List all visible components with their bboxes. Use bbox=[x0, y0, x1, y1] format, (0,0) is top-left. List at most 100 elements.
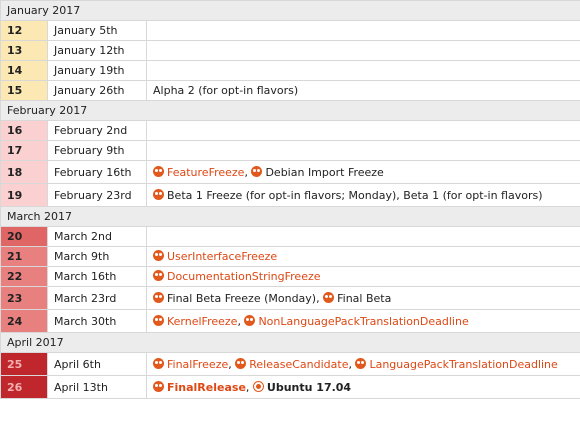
week-events: FinalFreeze, ReleaseCandidate, LanguageP… bbox=[146, 352, 580, 376]
month-header-row: January 2017 bbox=[0, 0, 580, 21]
month-header-row: April 2017 bbox=[0, 332, 580, 353]
week-row: 17 February 9th bbox=[0, 140, 580, 161]
schedule-body: January 2017 12 January 5th 13 January 12th 1… bbox=[0, 0, 580, 399]
week-row: 25 April 6th FinalFreeze, ReleaseCandidate… bbox=[0, 352, 580, 376]
week-events: Alpha 2 (for opt-in flavors) bbox=[146, 80, 580, 101]
week-number: 21 bbox=[0, 246, 48, 267]
week-row: 14 January 19th bbox=[0, 60, 580, 81]
week-date: January 5th bbox=[47, 20, 147, 41]
week-row: 12 January 5th bbox=[0, 20, 580, 41]
freeze-icon bbox=[153, 165, 164, 177]
event-link[interactable]: FeatureFreeze bbox=[167, 166, 244, 179]
event-link[interactable]: UserInterfaceFreeze bbox=[167, 250, 277, 263]
week-date: January 19th bbox=[47, 60, 147, 81]
week-date: March 16th bbox=[47, 266, 147, 287]
week-number: 13 bbox=[0, 40, 48, 61]
week-events: FinalRelease, Ubuntu 17.04 bbox=[146, 375, 580, 399]
freeze-icon bbox=[153, 380, 164, 392]
event-text: Alpha 2 (for opt-in flavors) bbox=[153, 84, 299, 97]
event-separator: , bbox=[228, 357, 236, 371]
week-row: 20 March 2nd bbox=[0, 226, 580, 247]
week-number: 25 bbox=[0, 352, 48, 376]
freeze-icon bbox=[153, 250, 164, 261]
event-separator: , bbox=[244, 165, 252, 179]
week-date: March 30th bbox=[47, 309, 147, 333]
week-row: 26 April 13th FinalRelease, Ubuntu 17.04 bbox=[0, 375, 580, 399]
week-number: 17 bbox=[0, 140, 48, 161]
month-label: January 2017 bbox=[0, 0, 580, 21]
week-number: 23 bbox=[0, 286, 48, 310]
freeze-icon bbox=[235, 357, 247, 369]
month-label: February 2017 bbox=[0, 100, 580, 121]
week-row: 22 March 16th DocumentationStringFreeze bbox=[0, 266, 580, 287]
week-number: 18 bbox=[0, 160, 48, 184]
event-link[interactable]: LanguagePackTranslationDeadline bbox=[369, 358, 557, 371]
week-number: 14 bbox=[0, 60, 48, 81]
event-link[interactable]: ReleaseCandidate bbox=[249, 358, 348, 371]
event-link[interactable]: FinalRelease bbox=[167, 381, 246, 394]
week-events bbox=[146, 140, 580, 161]
freeze-icon bbox=[323, 291, 335, 303]
event-link[interactable]: DocumentationStringFreeze bbox=[167, 270, 321, 283]
freeze-icon bbox=[355, 357, 367, 369]
event-link[interactable]: FinalFreeze bbox=[167, 358, 228, 371]
week-row: 24 March 30th KernelFreeze, NonLanguagePac… bbox=[0, 309, 580, 333]
event-separator: , bbox=[245, 380, 253, 394]
week-events: Final Beta Freeze (Monday), Final Beta bbox=[146, 286, 580, 310]
event-separator: , bbox=[348, 357, 356, 371]
week-events bbox=[146, 20, 580, 41]
event-text: Debian Import Freeze bbox=[265, 165, 384, 179]
event-text: Ubuntu 17.04 bbox=[266, 380, 352, 394]
week-date: April 13th bbox=[47, 375, 147, 399]
week-events bbox=[146, 120, 580, 141]
freeze-icon bbox=[153, 291, 164, 303]
week-date: April 6th bbox=[47, 352, 147, 376]
week-date: February 9th bbox=[47, 140, 147, 161]
week-date: March 2nd bbox=[47, 226, 147, 247]
freeze-icon bbox=[153, 357, 164, 369]
event-separator: , bbox=[316, 291, 324, 305]
release-schedule-table: January 2017 12 January 5th 13 January 12th 1… bbox=[0, 0, 580, 399]
week-events: DocumentationStringFreeze bbox=[146, 266, 580, 287]
event-text: Final Beta bbox=[337, 291, 392, 305]
month-label: March 2017 bbox=[0, 206, 580, 227]
event-link[interactable]: KernelFreeze bbox=[167, 315, 237, 328]
week-number: 22 bbox=[0, 266, 48, 287]
week-number: 15 bbox=[0, 80, 48, 101]
week-date: January 26th bbox=[47, 80, 147, 101]
week-events bbox=[146, 40, 580, 61]
freeze-icon bbox=[153, 188, 164, 200]
week-date: March 23rd bbox=[47, 286, 147, 310]
week-events: FeatureFreeze, Debian Import Freeze bbox=[146, 160, 580, 184]
week-date: February 2nd bbox=[47, 120, 147, 141]
week-date: January 12th bbox=[47, 40, 147, 61]
freeze-icon bbox=[244, 314, 256, 326]
week-number: 26 bbox=[0, 375, 48, 399]
week-date: February 23rd bbox=[47, 183, 147, 207]
event-link[interactable]: NonLanguagePackTranslationDeadline bbox=[258, 315, 468, 328]
week-row: 18 February 16th FeatureFreeze, Debian Imp… bbox=[0, 160, 580, 184]
week-row: 15 January 26th Alpha 2 (for opt-in flavor… bbox=[0, 80, 580, 101]
week-number: 16 bbox=[0, 120, 48, 141]
week-events bbox=[146, 60, 580, 81]
week-date: March 9th bbox=[47, 246, 147, 267]
event-separator: , bbox=[237, 314, 245, 328]
week-events bbox=[146, 226, 580, 247]
week-row: 16 February 2nd bbox=[0, 120, 580, 141]
freeze-icon bbox=[153, 314, 164, 326]
event-text: Final Beta Freeze (Monday) bbox=[167, 291, 317, 305]
freeze-icon bbox=[251, 165, 263, 177]
week-date: February 16th bbox=[47, 160, 147, 184]
event-text: Beta 1 Freeze (for opt-in flavors; Monda… bbox=[167, 188, 543, 202]
month-label: April 2017 bbox=[0, 332, 580, 353]
month-header-row: February 2017 bbox=[0, 100, 580, 121]
week-row: 19 February 23rd Beta 1 Freeze (for opt-in… bbox=[0, 183, 580, 207]
ubuntu-logo-icon bbox=[252, 380, 264, 392]
freeze-icon bbox=[153, 270, 164, 281]
week-events: UserInterfaceFreeze bbox=[146, 246, 580, 267]
month-header-row: March 2017 bbox=[0, 206, 580, 227]
week-number: 19 bbox=[0, 183, 48, 207]
week-row: 23 March 23rd Final Beta Freeze (Monday), … bbox=[0, 286, 580, 310]
week-number: 20 bbox=[0, 226, 48, 247]
week-events: KernelFreeze, NonLanguagePackTranslation… bbox=[146, 309, 580, 333]
